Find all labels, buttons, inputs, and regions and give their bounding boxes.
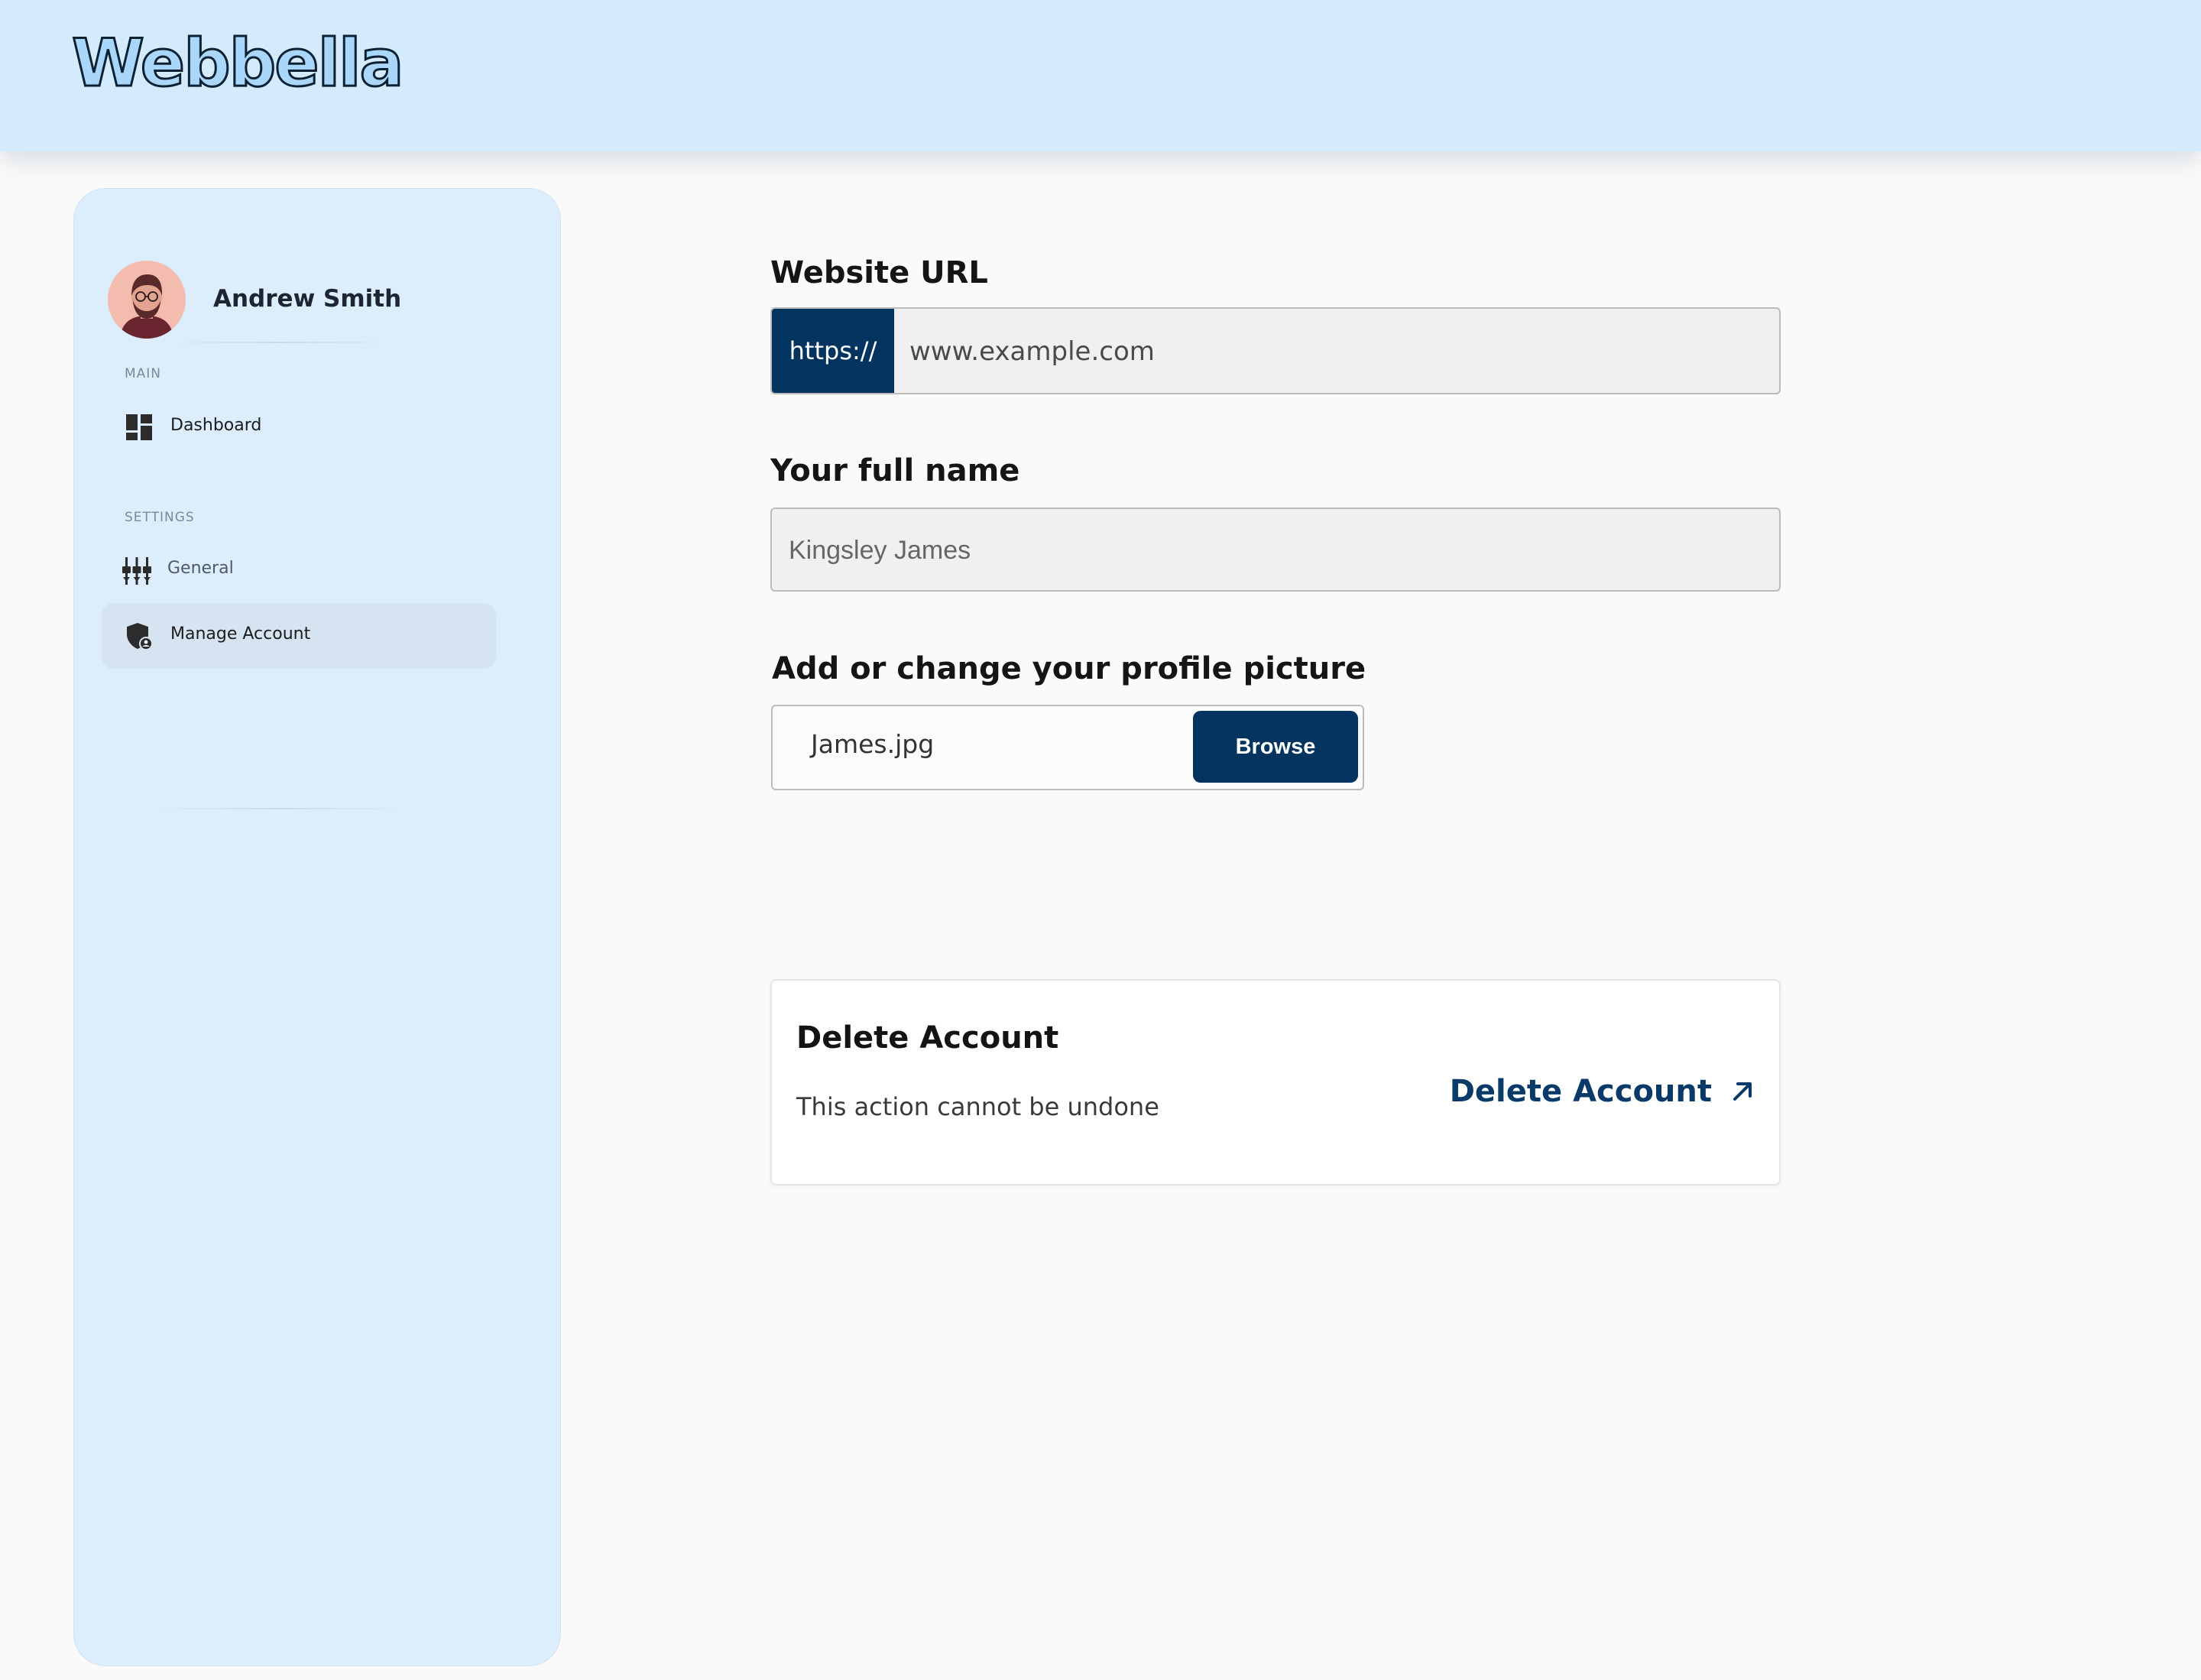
dashboard-icon: [125, 413, 154, 442]
brand-logo[interactable]: Webbella: [71, 30, 406, 98]
delete-account-button[interactable]: Delete Account: [1450, 1072, 1756, 1111]
delete-account-link-label: Delete Account: [1449, 1074, 1712, 1109]
delete-account-description: This action cannot be undone: [796, 1092, 1159, 1121]
sidebar: Andrew Smith MAIN Dashboard SETTINGS Gen…: [73, 188, 561, 1666]
delete-account-card: Delete Account This action cannot be und…: [770, 979, 1781, 1185]
divider: [151, 808, 410, 809]
website-url-field: https://: [770, 307, 1781, 394]
sliders-icon: [122, 556, 151, 585]
divider: [158, 342, 403, 343]
arrow-up-right-icon: [1729, 1078, 1756, 1105]
section-label-main: MAIN: [125, 366, 162, 381]
profile-picture-field: James.jpg Browse: [771, 705, 1364, 790]
user-profile[interactable]: Andrew Smith: [108, 261, 429, 340]
sidebar-item-manage-account[interactable]: Manage Account: [102, 603, 496, 669]
sidebar-item-general[interactable]: General: [102, 537, 496, 603]
delete-account-title: Delete Account: [796, 1020, 1059, 1056]
url-prefix: https://: [772, 309, 894, 393]
sidebar-item-label: Manage Account: [170, 624, 311, 644]
shield-user-icon: [125, 621, 154, 650]
section-label-settings: SETTINGS: [125, 510, 195, 525]
user-name: Andrew Smith: [213, 285, 402, 313]
top-header: Webbella: [0, 0, 2201, 151]
sidebar-item-dashboard[interactable]: Dashboard: [102, 394, 496, 460]
full-name-input[interactable]: [787, 509, 1761, 592]
sidebar-item-label: Dashboard: [170, 416, 262, 435]
browse-button[interactable]: Browse: [1193, 711, 1358, 783]
full-name-label: Your full name: [770, 453, 1020, 488]
avatar: [108, 261, 186, 339]
sidebar-item-label: General: [167, 559, 234, 578]
website-url-input[interactable]: [908, 309, 1752, 393]
full-name-field: [770, 508, 1781, 592]
website-url-label: Website URL: [770, 255, 988, 290]
selected-file-name: James.jpg: [811, 729, 935, 759]
profile-picture-label: Add or change your profile picture: [772, 651, 1366, 686]
